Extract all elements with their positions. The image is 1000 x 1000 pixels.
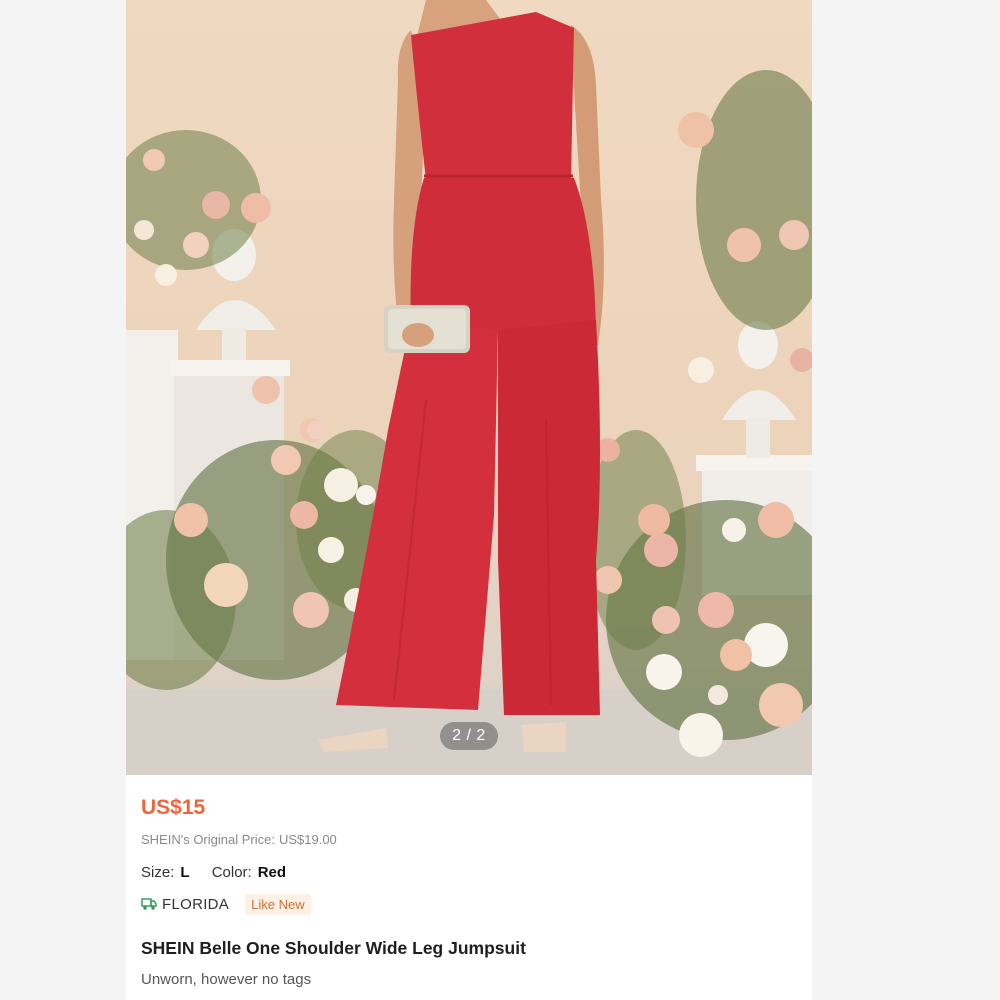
- location-text: FLORIDA: [162, 895, 230, 913]
- original-price: SHEIN's Original Price: US$19.00: [141, 832, 337, 847]
- size-value: L: [180, 864, 190, 881]
- left-pedestal-cap: [170, 360, 290, 376]
- jumpsuit-bodice: [411, 12, 574, 180]
- right-bust-stand: [746, 418, 770, 458]
- listing-card: 2 / 2 US$15 SHEIN's Original Price: US$19…: [126, 0, 812, 1000]
- product-description: Unworn, however no tags: [141, 971, 312, 988]
- left-bust-shoulders: [196, 300, 276, 330]
- color-value: Red: [257, 864, 287, 881]
- jumpsuit-right-leg: [498, 320, 600, 715]
- original-price-value: US$19.00: [278, 832, 337, 847]
- image-pager: 2 / 2: [440, 722, 498, 750]
- color-label: Color:: [211, 864, 252, 881]
- condition-badge: Like New: [245, 893, 311, 915]
- truck-icon: [141, 897, 157, 911]
- location-row: FLORIDA Like New: [141, 892, 311, 916]
- price: US$15: [141, 796, 206, 819]
- model: [318, 0, 604, 752]
- left-bust-stand: [222, 328, 246, 360]
- size-label: Size:: [141, 864, 175, 881]
- right-sandal: [521, 722, 566, 752]
- page: 2 / 2 US$15 SHEIN's Original Price: US$19…: [0, 0, 1000, 1000]
- specs-row: Size: L Color: Red: [141, 864, 286, 881]
- product-title: SHEIN Belle One Shoulder Wide Leg Jumpsu…: [141, 938, 526, 958]
- right-bust-shoulders: [722, 390, 796, 420]
- original-price-label: SHEIN's Original Price:: [141, 832, 275, 847]
- product-image[interactable]: 2 / 2: [126, 0, 812, 775]
- product-photo-illustration: [126, 0, 812, 775]
